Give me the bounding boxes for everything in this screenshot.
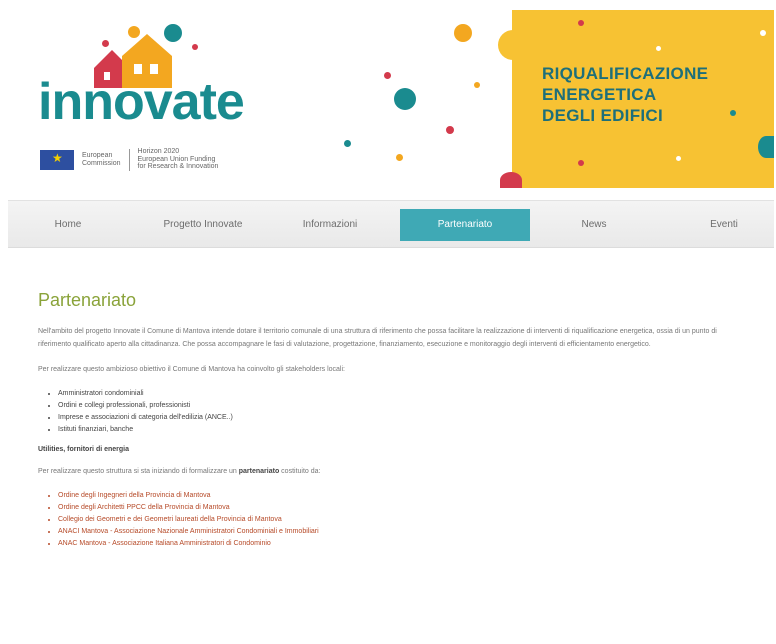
list-item: Istituti finanziari, banche (58, 424, 750, 436)
banner-title-line: DEGLI EDIFICI (542, 106, 664, 125)
eu-fund-text: Horizon 2020 European Union Funding for … (138, 148, 219, 171)
partnership-intro-text: Per realizzare questo struttura si sta i… (38, 468, 239, 475)
partner-link[interactable]: Ordine degli Architetti PPCC della Provi… (58, 504, 230, 511)
decor-dot (384, 72, 391, 79)
fund-text-line: for Research & Innovation (137, 163, 219, 171)
eu-text-line: Commission (82, 159, 121, 167)
partnership-keyword: partenariato (238, 468, 280, 475)
main-content: Partenariato Nell'ambito del progetto In… (38, 290, 750, 560)
intro-paragraph: Nell'ambito del progetto Innovate il Com… (38, 328, 717, 348)
decor-dot (656, 46, 661, 51)
partner-link[interactable]: ANACI Mantova - Associazione Nazionale A… (58, 528, 319, 535)
eu-flag-icon (40, 149, 74, 170)
decor-dot (396, 154, 403, 161)
main-nav: Home Progetto Innovate Informazioni Part… (8, 200, 774, 248)
partner-link[interactable]: Collegio dei Geometri e dei Geometri lau… (58, 516, 282, 523)
nav-item-news[interactable]: News (564, 209, 624, 241)
stakeholders-intro: Per realizzare questo ambizioso obiettiv… (38, 366, 345, 373)
page: innovate European Commission Horizon 202… (0, 0, 776, 644)
list-item: Amministratori condominiali (58, 388, 750, 400)
decor-dot (454, 24, 472, 42)
eu-text-line: European (82, 151, 113, 159)
list-item: Ordine degli Ingegneri della Provincia d… (58, 490, 750, 502)
decor-dot (760, 30, 766, 36)
decor-dot (676, 156, 681, 161)
fund-text-line: European Union Funding (137, 155, 216, 163)
stakeholders-list: Amministratori condominiali Ordini e col… (38, 388, 750, 436)
page-title: Partenariato (38, 290, 137, 310)
partner-link[interactable]: ANAC Mantova - Associazione Italiana Amm… (58, 540, 271, 547)
banner-title: RIQUALIFICAZIONE ENERGETICA DEGLI EDIFIC… (542, 63, 708, 126)
decor-dot (474, 82, 480, 88)
list-item: Collegio dei Geometri e dei Geometri lau… (58, 514, 750, 526)
banner-title-line: RIQUALIFICAZIONE (542, 64, 709, 83)
list-item: ANAC Mantova - Associazione Italiana Amm… (58, 538, 750, 550)
list-item: ANACI Mantova - Associazione Nazionale A… (58, 526, 750, 538)
decor-dot (758, 136, 774, 158)
partnership-intro: Per realizzare questo struttura si sta i… (38, 465, 750, 478)
partnership-intro-text: costituito da: (279, 468, 321, 475)
decor-dot (578, 20, 584, 26)
decor-dot (192, 44, 198, 50)
list-item: Ordini e collegi professionali, professi… (58, 400, 750, 412)
list-item: Imprese e associazioni di categoria dell… (58, 412, 750, 424)
partner-link[interactable]: Ordine degli Ingegneri della Provincia d… (58, 492, 211, 499)
decor-dot (344, 140, 351, 147)
decor-dot (394, 88, 416, 110)
banner-title-line: ENERGETICA (542, 85, 657, 104)
nav-item-eventi[interactable]: Eventi (694, 209, 754, 241)
utilities-label: Utilities, fornitori di energia (38, 446, 130, 453)
partners-list: Ordine degli Ingegneri della Provincia d… (38, 490, 750, 550)
decor-dot (578, 160, 584, 166)
decor-dot (446, 126, 454, 134)
eu-funding-block: European Commission Horizon 2020 Europea… (40, 148, 218, 171)
decor-dot (730, 110, 736, 116)
site-logo[interactable]: innovate (38, 76, 245, 128)
nav-item-home[interactable]: Home (38, 209, 98, 241)
fund-text-line: Horizon 2020 (137, 148, 180, 155)
list-item: Ordine degli Architetti PPCC della Provi… (58, 502, 750, 514)
divider (128, 148, 130, 171)
decor-dot (500, 172, 522, 188)
nav-item-partenariato[interactable]: Partenariato (400, 209, 530, 241)
nav-item-progetto-innovate[interactable]: Progetto Innovate (148, 209, 258, 241)
eu-commission-text: European Commission (82, 152, 121, 167)
nav-item-informazioni[interactable]: Informazioni (290, 209, 370, 241)
